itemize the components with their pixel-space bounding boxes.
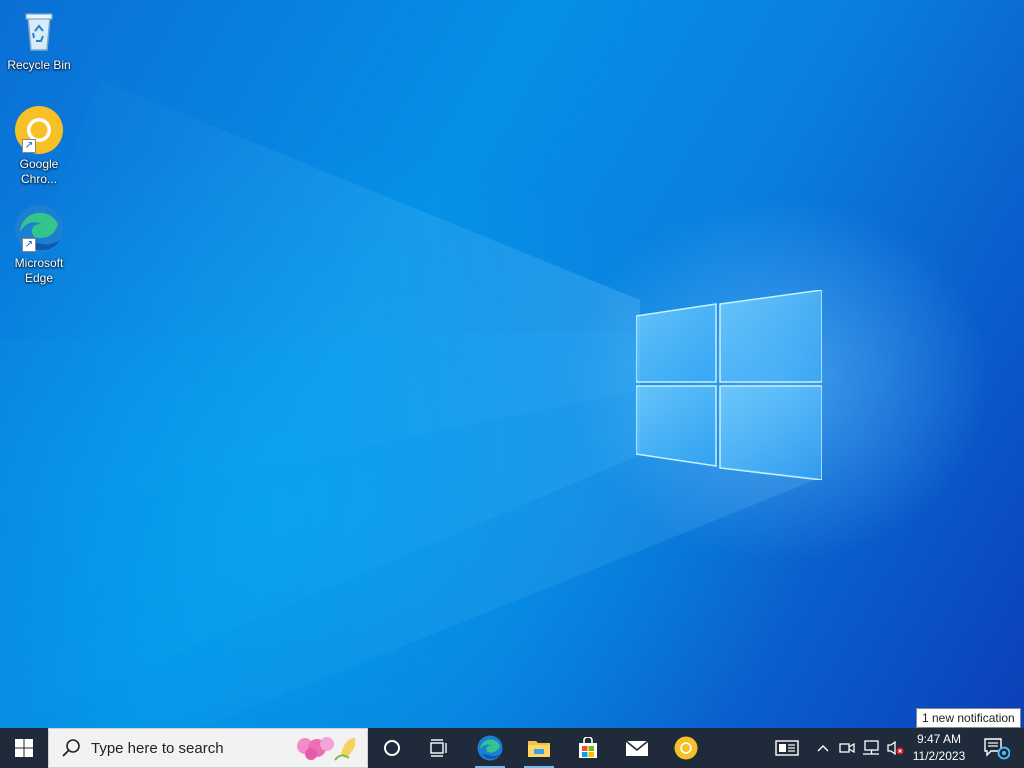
desktop[interactable]: Recycle Bin ↗ Google Chro... ↗ Microsoft… <box>0 0 1024 728</box>
taskbar-store-button[interactable] <box>564 728 612 768</box>
notification-center-button[interactable] <box>976 728 1016 768</box>
taskbar-edge-button[interactable] <box>466 728 514 768</box>
chrome-icon <box>674 736 698 760</box>
chrome-icon: ↗ <box>14 105 64 155</box>
task-view-icon <box>430 739 447 757</box>
edge-icon: ↗ <box>14 204 64 254</box>
news-icon <box>775 740 799 756</box>
show-hidden-icons-button[interactable] <box>812 728 834 768</box>
taskbar-chrome-button[interactable] <box>662 728 710 768</box>
store-icon <box>579 737 597 758</box>
taskbar-mail-button[interactable] <box>613 728 661 768</box>
shortcut-arrow-icon: ↗ <box>22 139 36 153</box>
wallpaper-light-beams <box>0 80 820 728</box>
network-button[interactable] <box>860 728 882 768</box>
desktop-icon-label: Microsoft Edge <box>14 256 64 285</box>
start-button[interactable] <box>0 728 48 768</box>
show-hidden-icons-chevron <box>817 745 829 752</box>
cortana-button[interactable] <box>368 728 416 768</box>
volume-muted-icon <box>887 740 904 756</box>
search-placeholder: Type here to search <box>91 739 224 757</box>
desktop-icon-label: Google Chro... <box>19 157 59 186</box>
edge-icon <box>477 735 503 761</box>
shortcut-arrow-icon: ↗ <box>22 238 36 252</box>
desktop-icon-recycle-bin[interactable]: Recycle Bin <box>4 6 74 73</box>
clock[interactable]: 9:47 AM 11/2/2023 <box>908 728 970 768</box>
windows-logo-wallpaper <box>636 290 822 480</box>
taskbar-file-explorer-button[interactable] <box>515 728 563 768</box>
clock-date: 11/2/2023 <box>912 749 966 763</box>
taskbar: Type here to search 9:47 AM 11/2/2023 <box>0 728 1024 768</box>
search-icon <box>62 739 80 757</box>
recycle-bin-icon <box>14 6 64 56</box>
mail-icon <box>625 740 649 756</box>
search-highlight-flowers-icon <box>297 737 356 761</box>
meet-now-button[interactable] <box>836 728 858 768</box>
desktop-icon-label: Recycle Bin <box>7 58 71 72</box>
file-explorer-icon <box>528 741 550 757</box>
desktop-icon-google-chrome[interactable]: ↗ Google Chro... <box>4 105 74 187</box>
search-box[interactable]: Type here to search <box>48 728 368 768</box>
news-button[interactable] <box>770 728 804 768</box>
desktop-icon-microsoft-edge[interactable]: ↗ Microsoft Edge <box>4 204 74 286</box>
network-icon <box>863 740 879 755</box>
meet-now-icon <box>839 742 855 754</box>
notification-center-icon <box>984 738 1010 760</box>
clock-time: 9:47 AM <box>916 732 962 746</box>
task-view-button[interactable] <box>416 728 464 768</box>
notification-tooltip: 1 new notification <box>916 708 1021 728</box>
volume-button[interactable] <box>884 728 906 768</box>
start-icon <box>15 739 33 757</box>
cortana-icon <box>384 740 400 756</box>
